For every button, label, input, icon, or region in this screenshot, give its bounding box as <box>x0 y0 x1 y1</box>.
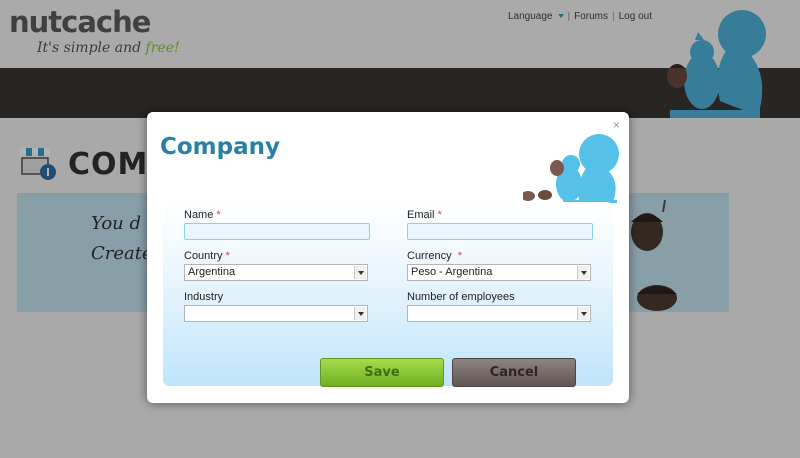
industry-label: Industry <box>184 291 224 303</box>
country-label: Country * <box>184 250 230 262</box>
chevron-down-icon[interactable] <box>354 266 366 279</box>
email-label: Email * <box>407 209 442 221</box>
currency-label: Currency * <box>407 250 462 262</box>
currency-label-text: Currency <box>407 250 452 262</box>
chevron-down-icon[interactable] <box>577 307 589 320</box>
employees-label: Number of employees <box>407 291 515 303</box>
required-marker: * <box>457 250 463 262</box>
country-select[interactable]: Argentina <box>184 264 368 281</box>
squirrel-icon <box>523 134 619 203</box>
country-value: Argentina <box>188 266 236 278</box>
name-label: Name * <box>184 209 221 221</box>
industry-select[interactable] <box>184 305 368 322</box>
employees-select[interactable] <box>407 305 591 322</box>
currency-value: Peso - Argentina <box>411 266 493 278</box>
name-input[interactable] <box>184 223 370 240</box>
required-marker: * <box>225 250 230 262</box>
required-marker: * <box>216 209 221 221</box>
required-marker: * <box>437 209 442 221</box>
country-label-text: Country <box>184 250 223 262</box>
currency-select[interactable]: Peso - Argentina <box>407 264 591 281</box>
name-label-text: Name <box>184 209 214 221</box>
chevron-down-icon[interactable] <box>577 266 589 279</box>
chevron-down-icon[interactable] <box>354 307 366 320</box>
company-dialog: × Company Name * Email * Country * Argen… <box>147 112 629 403</box>
dialog-title: Company <box>160 134 280 160</box>
email-input[interactable] <box>407 223 593 240</box>
email-label-text: Email <box>407 209 435 221</box>
save-button[interactable]: Save <box>320 358 444 387</box>
cancel-button[interactable]: Cancel <box>452 358 576 387</box>
